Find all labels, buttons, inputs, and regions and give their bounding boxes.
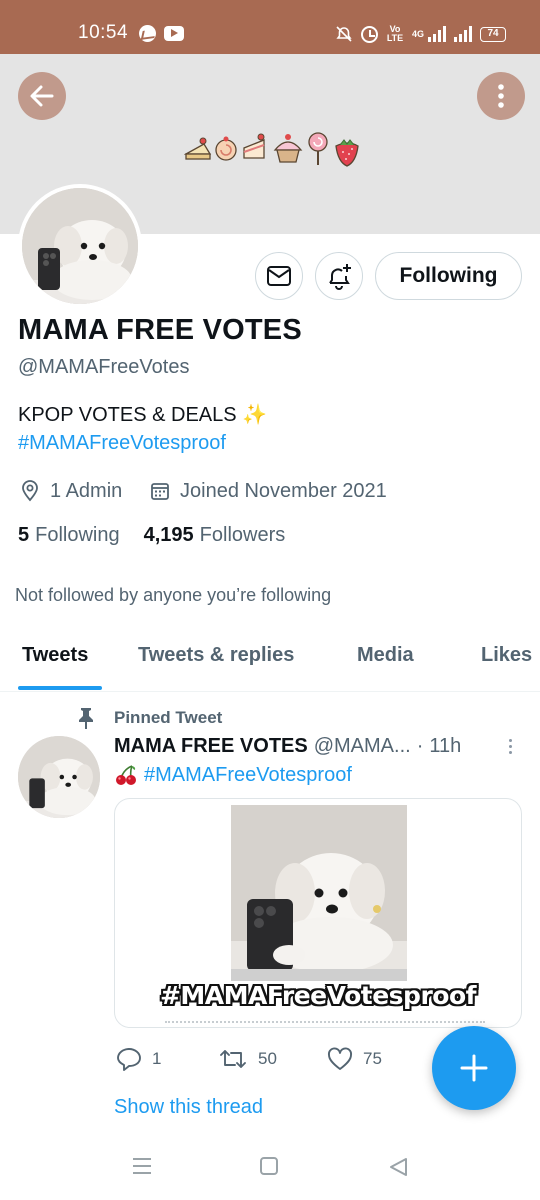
- followers-count-link[interactable]: 4,195 Followers: [144, 524, 286, 547]
- volte-icon: Vo LTE: [386, 24, 404, 43]
- nav-home-button[interactable]: [259, 1156, 279, 1176]
- tweet-more-button[interactable]: [502, 734, 518, 758]
- tab-tweets[interactable]: Tweets: [22, 644, 88, 667]
- menu-icon: [133, 1158, 151, 1174]
- tweet-author-avatar[interactable]: [18, 736, 100, 818]
- nav-recents-button[interactable]: [131, 1156, 153, 1176]
- messenger-icon: [139, 25, 156, 42]
- arrow-left-icon: [30, 85, 54, 107]
- profile-bio: KPOP VOTES & DEALS ✨: [18, 404, 268, 426]
- system-nav-bar: [0, 1134, 540, 1200]
- back-button[interactable]: [18, 72, 66, 120]
- retweet-count: 50: [258, 1049, 277, 1068]
- tweet-text: #MAMAFreeVotesproof: [114, 763, 352, 787]
- profile-joined: Joined November 2021: [150, 478, 387, 504]
- tab-likes[interactable]: Likes: [481, 644, 532, 667]
- followers-label: Followers: [199, 524, 286, 546]
- tweet-header: MAMA FREE VOTES @MAMA... · 11h: [114, 732, 524, 760]
- profile-location: 1 Admin: [20, 478, 122, 504]
- media-caption-bar: [231, 969, 407, 981]
- cherry-icon: [116, 765, 136, 785]
- status-time: 10:54: [78, 22, 129, 43]
- bio-hashtag-link[interactable]: #MAMAFreeVotesproof: [18, 432, 226, 455]
- media-overflow-text: [165, 1021, 485, 1027]
- square-icon: [260, 1157, 278, 1175]
- pinned-indicator: Pinned Tweet: [78, 706, 222, 730]
- roll-cake-icon: [215, 136, 237, 161]
- pin-icon: [79, 708, 93, 729]
- puppy-photo-small: [18, 736, 100, 818]
- location-text: 1 Admin: [50, 479, 123, 502]
- more-vertical-icon: [498, 84, 504, 108]
- follow-counts: 5 Following 4,195 Followers: [18, 524, 285, 547]
- calendar-icon: [151, 483, 169, 500]
- retweet-icon: [220, 1050, 246, 1068]
- profile-handle: @MAMAFreeVotes: [18, 356, 190, 378]
- puppy-photo-media: [231, 805, 407, 981]
- mute-icon: [336, 26, 352, 42]
- media-caption-text: #MAMAFreeVotesproof: [159, 981, 477, 1010]
- puppy-photo: [22, 188, 138, 304]
- following-count-link[interactable]: 5 Following: [18, 524, 120, 547]
- like-count: 75: [363, 1049, 382, 1068]
- reply-action[interactable]: 1: [116, 1045, 161, 1073]
- like-action[interactable]: 75: [327, 1045, 382, 1073]
- signal-icon: [428, 26, 446, 42]
- heart-icon: [328, 1047, 352, 1070]
- strawberry-icon: [335, 139, 359, 167]
- tweet-media-card[interactable]: #MAMAFreeVotesproof: [114, 798, 522, 1028]
- retweet-action[interactable]: 50: [218, 1045, 277, 1073]
- show-thread-link[interactable]: Show this thread: [114, 1096, 263, 1119]
- mail-icon: [267, 266, 291, 286]
- joined-text: Joined November 2021: [180, 479, 387, 502]
- profile-tabs: Tweets Tweets & replies Media Likes: [0, 630, 540, 692]
- tweet-separator: ·: [416, 734, 424, 757]
- following-label: Following: [35, 524, 120, 546]
- reply-count: 1: [152, 1049, 162, 1068]
- alarm-icon: [360, 25, 378, 43]
- notifications-button[interactable]: [315, 252, 363, 300]
- status-icons: Vo LTE 4G 74: [335, 24, 506, 44]
- plus-icon: [460, 1054, 488, 1082]
- location-pin-icon: [22, 480, 38, 502]
- tab-tweets-replies[interactable]: Tweets & replies: [138, 644, 294, 667]
- bell-plus-icon: [329, 264, 351, 290]
- compose-tweet-button[interactable]: [432, 1026, 516, 1110]
- signal-icon-2: [454, 26, 472, 42]
- tweet-time[interactable]: 11h: [429, 735, 461, 758]
- following-count: 5: [18, 524, 30, 546]
- tab-media[interactable]: Media: [357, 644, 414, 667]
- status-bar: 10:54 Vo LTE 4G 74: [0, 0, 540, 54]
- active-tab-indicator: [18, 686, 102, 690]
- profile-display-name: MAMA FREE VOTES: [18, 314, 302, 346]
- pinned-label: Pinned Tweet: [114, 708, 223, 727]
- cupcake-icon: [273, 134, 303, 163]
- not-followed-notice: Not followed by anyone you’re following: [15, 585, 332, 605]
- more-options-button[interactable]: [477, 72, 525, 120]
- followers-count: 4,195: [143, 524, 194, 546]
- battery-icon: 74: [480, 26, 506, 42]
- profile-avatar[interactable]: [18, 184, 142, 308]
- lollipop-icon: [308, 132, 328, 165]
- cake-icon: [184, 137, 212, 160]
- reply-icon: [117, 1048, 141, 1071]
- triangle-back-icon: [390, 1158, 407, 1176]
- cake-slice-icon: [243, 133, 265, 159]
- tweet-hashtag-link[interactable]: #MAMAFreeVotesproof: [144, 764, 352, 787]
- tweet-author-name[interactable]: MAMA FREE VOTES: [114, 735, 308, 758]
- network-type: 4G: [411, 29, 424, 39]
- tweet-media-image[interactable]: [231, 805, 407, 981]
- youtube-icon: [164, 26, 184, 41]
- following-button[interactable]: Following: [375, 252, 522, 300]
- message-button[interactable]: [255, 252, 303, 300]
- banner-sweets-art: [184, 132, 359, 167]
- nav-back-button[interactable]: [387, 1156, 409, 1178]
- tweet-author-handle[interactable]: @MAMA...: [314, 735, 411, 758]
